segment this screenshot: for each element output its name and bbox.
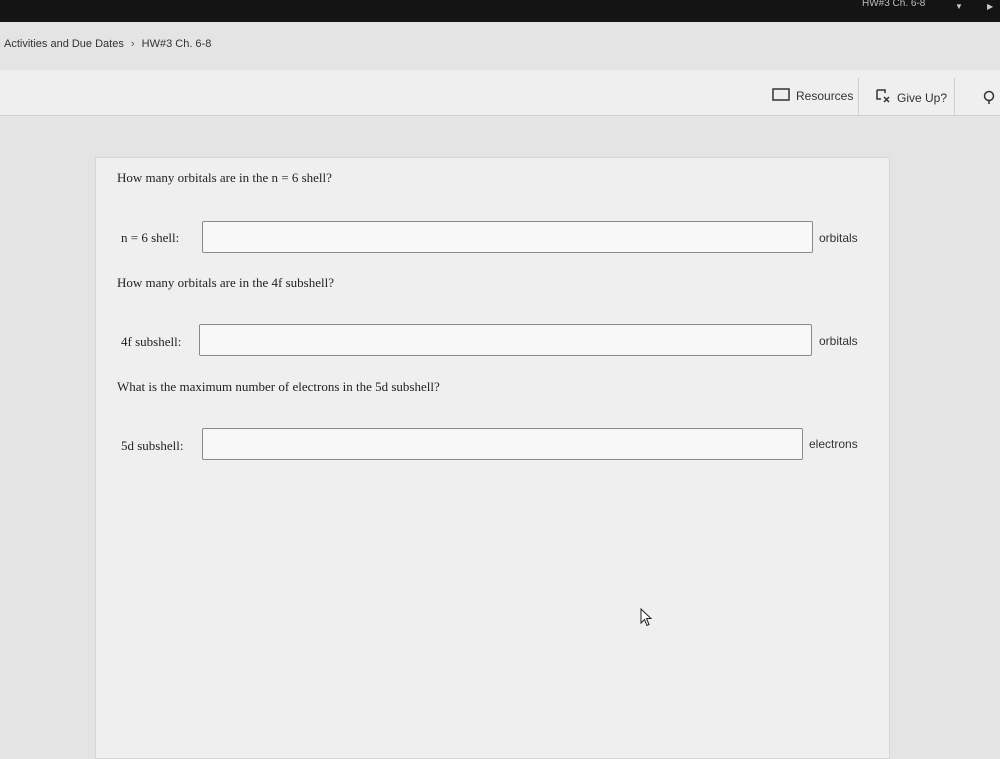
- give-up-label: Give Up?: [897, 90, 948, 105]
- question-2-prompt: How many orbitals are in the 4f subshell…: [117, 275, 334, 290]
- give-up-button[interactable]: Give Up?: [875, 88, 947, 107]
- forward-arrow-icon[interactable]: ▶: [987, 2, 993, 11]
- toolbar-divider-line: [0, 115, 1000, 116]
- dropdown-caret-icon[interactable]: ▼: [955, 2, 963, 11]
- question-3-field-label: 5d subshell:: [121, 438, 184, 453]
- resources-label: Resources: [796, 89, 854, 103]
- question-1-field-label: n = 6 shell:: [121, 230, 180, 245]
- question-3-prompt: What is the maximum number of electrons …: [117, 379, 440, 394]
- 4f-subshell-orbitals-input[interactable]: [199, 324, 812, 356]
- resources-icon: [772, 88, 790, 104]
- lightbulb-icon: [983, 90, 995, 109]
- breadcrumb-current: HW#3 Ch. 6-8: [141, 38, 212, 50]
- question-3-unit: electrons: [809, 437, 858, 451]
- question-2-field-label: 4f subshell:: [121, 334, 182, 349]
- 5d-subshell-electrons-input[interactable]: [202, 428, 803, 460]
- assignment-toolbar: Resources Give Up?: [0, 70, 1000, 116]
- breadcrumb-activities-link[interactable]: Activities and Due Dates: [4, 38, 124, 50]
- browser-tab-title[interactable]: HW#3 Ch. 6-8: [862, 0, 925, 9]
- toolbar-divider: [954, 78, 955, 116]
- question-1-prompt: How many orbitals are in the n = 6 shell…: [117, 170, 332, 185]
- browser-top-bar: HW#3 Ch. 6-8 ▼ ▶: [0, 0, 1000, 22]
- question-1-unit: orbitals: [819, 231, 858, 245]
- breadcrumb: Activities and Due Dates › HW#3 Ch. 6-8: [4, 38, 211, 50]
- chevron-right-icon: ›: [130, 38, 135, 50]
- resources-button[interactable]: Resources: [772, 88, 853, 104]
- give-up-icon: [875, 88, 891, 107]
- n6-shell-orbitals-input[interactable]: [202, 221, 813, 253]
- toolbar-divider: [858, 78, 859, 116]
- question-card: How many orbitals are in the n = 6 shell…: [95, 157, 890, 759]
- question-2-unit: orbitals: [819, 334, 858, 348]
- hint-button[interactable]: [983, 90, 995, 109]
- mouse-pointer-icon: [640, 607, 654, 633]
